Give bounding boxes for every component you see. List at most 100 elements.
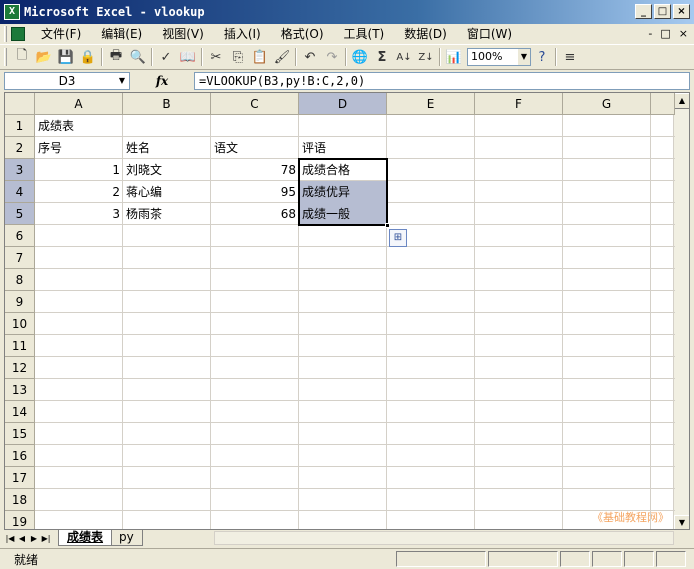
cell-d2[interactable]: 评语 (299, 137, 387, 159)
insert-function-icon[interactable]: fx (130, 74, 194, 88)
menu-view[interactable]: 视图(V) (152, 25, 214, 43)
autofill-options-icon[interactable]: ⊞ (389, 229, 407, 247)
minimize-button[interactable]: _ (635, 4, 652, 19)
format-painter-icon[interactable]: 🖌 (271, 46, 293, 68)
sheet-tab-py[interactable]: py (110, 530, 143, 546)
cell-b3[interactable]: 刘晓文 (123, 159, 211, 181)
formula-bar: D3 ▼ fx =VLOOKUP(B3,py!B:C,2,0) (0, 71, 694, 91)
row-header-15[interactable]: 15 (5, 423, 35, 445)
autosum-icon[interactable]: Σ (371, 46, 393, 68)
row-header-1[interactable]: 1 (5, 115, 35, 137)
redo-icon[interactable]: ↷ (321, 46, 343, 68)
cell-c4[interactable]: 95 (211, 181, 299, 203)
menu-window[interactable]: 窗口(W) (457, 25, 522, 43)
doc-close-button[interactable]: × (679, 27, 688, 40)
print-icon[interactable]: 🖶 (105, 46, 127, 68)
column-header-a[interactable]: A (35, 93, 123, 115)
sheet-tab-scores[interactable]: 成绩表 (58, 530, 113, 546)
row-header-11[interactable]: 11 (5, 335, 35, 357)
cell-c3[interactable]: 78 (211, 159, 299, 181)
toolbar-grip[interactable] (4, 48, 7, 66)
column-header-b[interactable]: B (123, 93, 211, 115)
open-folder-icon[interactable]: 📂 (33, 46, 55, 68)
column-header-d[interactable]: D (299, 93, 387, 115)
row-header-5[interactable]: 5 (5, 203, 35, 225)
align-left-icon[interactable]: ≡ (559, 46, 581, 68)
maximize-button[interactable]: □ (654, 4, 671, 19)
menu-format[interactable]: 格式(O) (271, 25, 334, 43)
spelling-icon[interactable]: ✓ (155, 46, 177, 68)
column-header-c[interactable]: C (211, 93, 299, 115)
row-header-7[interactable]: 7 (5, 247, 35, 269)
new-document-icon[interactable]: 🗋 (11, 46, 33, 68)
research-icon[interactable]: 📖 (177, 46, 199, 68)
cell-a1[interactable]: 成绩表 (35, 115, 123, 137)
row-header-4[interactable]: 4 (5, 181, 35, 203)
chevron-down-icon[interactable]: ▼ (116, 74, 128, 88)
doc-restore-button[interactable]: □ (660, 27, 670, 40)
row-header-2[interactable]: 2 (5, 137, 35, 159)
print-preview-icon[interactable]: 🔍 (127, 46, 149, 68)
row-header-6[interactable]: 6 (5, 225, 35, 247)
name-box[interactable]: D3 ▼ (4, 72, 130, 90)
select-all-corner[interactable] (5, 93, 35, 115)
cell-a4[interactable]: 2 (35, 181, 123, 203)
column-header-f[interactable]: F (475, 93, 563, 115)
cell-a5[interactable]: 3 (35, 203, 123, 225)
zoom-select[interactable]: 100% ▼ (467, 48, 531, 66)
first-sheet-icon[interactable]: |◀ (4, 534, 16, 543)
cell-a2[interactable]: 序号 (35, 137, 123, 159)
row-header-13[interactable]: 13 (5, 379, 35, 401)
horizontal-scrollbar[interactable] (214, 531, 674, 545)
menubar-grip[interactable] (4, 26, 7, 42)
sort-descending-icon[interactable]: Z↓ (415, 46, 437, 68)
row-header-14[interactable]: 14 (5, 401, 35, 423)
row-header-19[interactable]: 19 (5, 511, 35, 529)
menu-insert[interactable]: 插入(I) (214, 25, 271, 43)
row-header-8[interactable]: 8 (5, 269, 35, 291)
scroll-down-icon[interactable]: ▼ (674, 515, 689, 529)
cut-icon[interactable]: ✂ (205, 46, 227, 68)
fill-handle[interactable] (385, 223, 390, 228)
help-icon[interactable]: ? (531, 46, 553, 68)
cell-b4[interactable]: 蒋心编 (123, 181, 211, 203)
menu-file[interactable]: 文件(F) (31, 25, 91, 43)
cell-a3[interactable]: 1 (35, 159, 123, 181)
workbook-icon[interactable] (11, 27, 25, 41)
sort-ascending-icon[interactable]: A↓ (393, 46, 415, 68)
save-icon[interactable]: 💾 (55, 46, 77, 68)
chevron-down-icon[interactable]: ▼ (518, 49, 530, 65)
cell-c5[interactable]: 68 (211, 203, 299, 225)
chart-wizard-icon[interactable]: 📊 (443, 46, 465, 68)
formula-input[interactable]: =VLOOKUP(B3,py!B:C,2,0) (194, 72, 690, 90)
scroll-up-icon[interactable]: ▲ (674, 93, 689, 109)
row-header-3[interactable]: 3 (5, 159, 35, 181)
row-header-9[interactable]: 9 (5, 291, 35, 313)
menu-edit[interactable]: 编辑(E) (91, 25, 152, 43)
cell-c2[interactable]: 语文 (211, 137, 299, 159)
menu-tools[interactable]: 工具(T) (334, 25, 395, 43)
column-header-g[interactable]: G (563, 93, 651, 115)
worksheet-grid[interactable]: ▲ ▼ 《基础教程网》 A B C D E F G 1 2 3 4 5 6 7 8 9 10 11 12 13 14 15… (4, 92, 690, 530)
doc-minimize-button[interactable]: - (648, 27, 652, 40)
paste-icon[interactable]: 📋 (249, 46, 271, 68)
permission-icon[interactable]: 🔒 (77, 46, 99, 68)
close-button[interactable]: × (673, 4, 690, 19)
row-header-18[interactable]: 18 (5, 489, 35, 511)
row-header-17[interactable]: 17 (5, 467, 35, 489)
cell-b2[interactable]: 姓名 (123, 137, 211, 159)
hyperlink-icon[interactable]: 🌐 (349, 46, 371, 68)
excel-app-icon[interactable]: X (4, 4, 20, 20)
prev-sheet-icon[interactable]: ◀ (16, 534, 28, 543)
column-header-e[interactable]: E (387, 93, 475, 115)
menu-data[interactable]: 数据(D) (394, 25, 457, 43)
undo-icon[interactable]: ↶ (299, 46, 321, 68)
last-sheet-icon[interactable]: ▶| (40, 534, 52, 543)
cell-b5[interactable]: 杨雨茶 (123, 203, 211, 225)
vertical-scrollbar[interactable]: ▲ ▼ (673, 93, 689, 529)
row-header-10[interactable]: 10 (5, 313, 35, 335)
row-header-16[interactable]: 16 (5, 445, 35, 467)
row-header-12[interactable]: 12 (5, 357, 35, 379)
copy-icon[interactable]: ⎘ (227, 46, 249, 68)
next-sheet-icon[interactable]: ▶ (28, 534, 40, 543)
